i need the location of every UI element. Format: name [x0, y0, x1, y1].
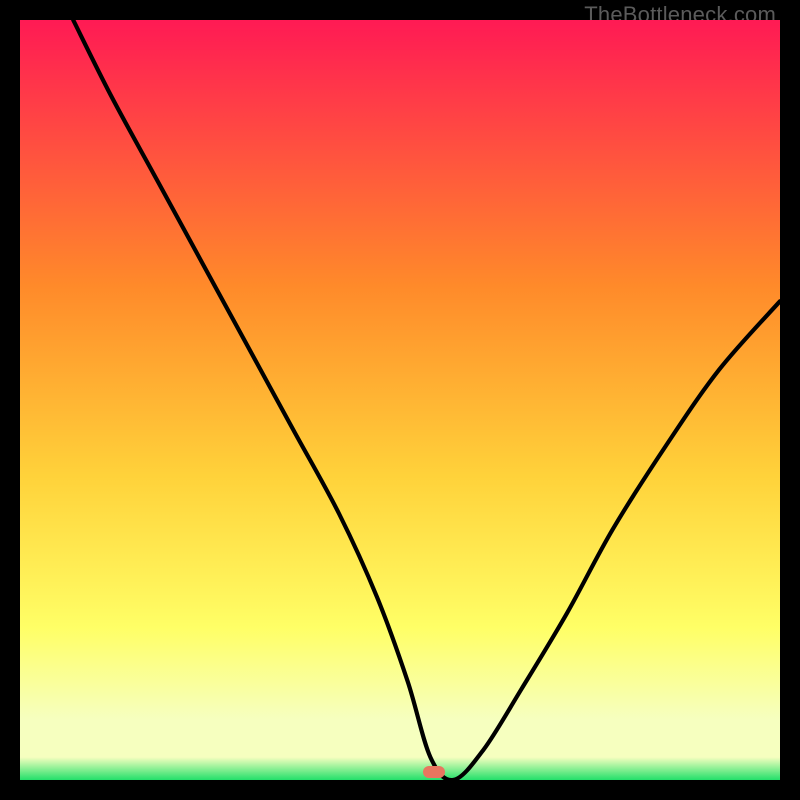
- bottleneck-curve: [20, 20, 780, 780]
- chart-frame: TheBottleneck.com: [0, 0, 800, 800]
- plot-area: [20, 20, 780, 780]
- optimum-marker: [423, 766, 445, 778]
